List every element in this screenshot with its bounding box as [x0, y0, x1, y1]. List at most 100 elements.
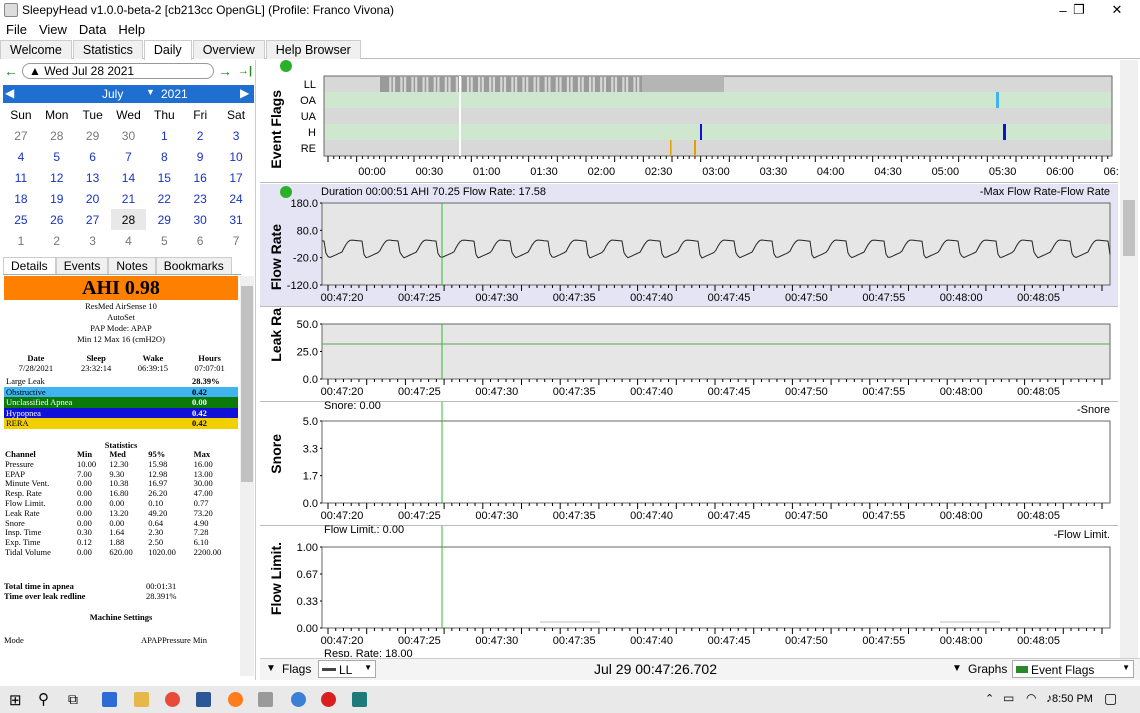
calendar-day[interactable]: 14	[111, 167, 147, 188]
graphs-button[interactable]: Graphs	[968, 662, 1007, 676]
triangle-down-icon[interactable]: ▼	[952, 663, 962, 674]
next-day-button[interactable]: →	[218, 63, 232, 79]
close-button[interactable]: ✕	[1094, 0, 1140, 20]
calendar-day[interactable]: 3	[75, 230, 111, 251]
calendar-day[interactable]: 29	[146, 209, 182, 230]
calendar-day[interactable]: 7	[218, 230, 254, 251]
calendar-day[interactable]: 27	[3, 125, 39, 146]
word-icon[interactable]	[196, 692, 211, 707]
app-icon-blue[interactable]	[291, 692, 306, 707]
calendar-day[interactable]: 21	[111, 188, 147, 209]
calendar-day[interactable]: 25	[3, 209, 39, 230]
windows-start-icon[interactable]: ⊞	[9, 691, 22, 709]
calendar-day[interactable]: 10	[218, 146, 254, 167]
time-tick-label: 00:47:35	[553, 635, 596, 647]
calendar-day[interactable]: 11	[3, 167, 39, 188]
calendar-day[interactable]: 20	[75, 188, 111, 209]
tab-daily[interactable]: Daily	[143, 40, 192, 60]
sleepyhead-icon[interactable]	[258, 692, 273, 707]
graphs-select[interactable]: Event Flags ▼	[1012, 660, 1134, 678]
search-icon[interactable]: ⚲	[38, 690, 49, 708]
calendar-month[interactable]: July	[102, 87, 123, 101]
calendar-day[interactable]: 9	[182, 146, 218, 167]
calendar-day[interactable]: 2	[182, 125, 218, 146]
calendar-day[interactable]: 5	[39, 146, 75, 167]
session-table: Date Sleep Wake Hours 7/28/2021 23:32:14 06:3…	[4, 353, 238, 373]
tab-overview[interactable]: Overview	[192, 40, 265, 59]
notification-icon[interactable]: ▢	[1104, 690, 1117, 707]
tab-welcome[interactable]: Welcome	[0, 40, 72, 59]
calendar-day[interactable]: 23	[182, 188, 218, 209]
calendar-day[interactable]: 1	[146, 125, 182, 146]
calendar-day[interactable]: 28	[110, 209, 147, 230]
calendar-day[interactable]: 29	[75, 125, 111, 146]
prev-month-icon[interactable]: ◀	[5, 86, 14, 100]
calendar-day[interactable]: 1	[3, 230, 39, 251]
flags-select[interactable]: LL ▼	[318, 660, 376, 678]
calendar-day[interactable]: 26	[39, 209, 75, 230]
calendar-day[interactable]: 17	[218, 167, 254, 188]
task-view-icon[interactable]: ⧉	[68, 691, 78, 708]
calendar-day[interactable]: 19	[39, 188, 75, 209]
triangle-down-icon[interactable]: ▼	[266, 663, 276, 674]
event-row: Unclassified Apnea 0.00	[4, 397, 238, 408]
last-day-button[interactable]: →|	[238, 65, 252, 77]
calendar-day[interactable]: 15	[146, 167, 182, 188]
calendar-day[interactable]: 5	[146, 230, 182, 251]
tab-statistics[interactable]: Statistics	[72, 40, 143, 59]
tab-details[interactable]: Details	[3, 257, 56, 274]
chrome-icon[interactable]	[165, 692, 180, 707]
calendar-grid: Sun Mon Tue Wed Thu Fri Sat 27 28 29 30 1 2 3 4 5 6 7 8 9 1…	[3, 104, 254, 251]
calendar-day[interactable]: 7	[111, 146, 147, 167]
calendar-day[interactable]: 16	[182, 167, 218, 188]
next-month-icon[interactable]: ▶	[240, 86, 249, 100]
calendar-year[interactable]: 2021	[161, 87, 188, 101]
calendar-day[interactable]: 2	[39, 230, 75, 251]
tab-events[interactable]: Events	[55, 257, 109, 274]
wifi-icon[interactable]: ◠	[1026, 691, 1036, 705]
leak-rate-panel: Leak Ra 50.0 25.0 0.0 00:47:20 00:47:25 00:47…	[260, 308, 1118, 402]
chevron-down-icon[interactable]: ▼	[146, 87, 155, 97]
calendar-day[interactable]: 13	[75, 167, 111, 188]
app-icon-teal[interactable]	[352, 692, 367, 707]
graphs-scrollbar[interactable]	[1120, 60, 1138, 658]
time-tick-label: 04:30	[874, 166, 902, 178]
edge-icon[interactable]	[102, 692, 117, 707]
network-icon[interactable]: ▭	[1003, 691, 1014, 705]
calendar-day[interactable]: 24	[218, 188, 254, 209]
calendar-day[interactable]: 6	[182, 230, 218, 251]
firefox-icon[interactable]	[228, 692, 243, 707]
flow-rate-chart: 180.0 80.0 -20.0 -120.000:47:20 00:47:25 00:4…	[287, 198, 1111, 304]
time-tick-label: 00:48:05	[1017, 510, 1060, 522]
calendar-day[interactable]: 3	[218, 125, 254, 146]
event-row: RERA 0.42	[4, 418, 238, 429]
session-hours: 07:07:01	[194, 363, 225, 373]
left-scrollbar[interactable]	[240, 276, 254, 676]
calendar-day[interactable]: 22	[146, 188, 182, 209]
tab-bookmarks[interactable]: Bookmarks	[155, 257, 232, 274]
calendar-day[interactable]: 8	[146, 146, 182, 167]
date-selector[interactable]: ▲ Wed Jul 28 2021	[22, 63, 214, 79]
calendar-day[interactable]: 28	[39, 125, 75, 146]
menu-file[interactable]: File	[0, 22, 33, 37]
menu-help[interactable]: Help	[112, 22, 151, 37]
menu-data[interactable]: Data	[73, 22, 112, 37]
prev-day-button[interactable]: ←	[4, 63, 18, 79]
calendar-day[interactable]: 30	[182, 209, 218, 230]
calendar-day[interactable]: 31	[218, 209, 254, 230]
calendar-day[interactable]: 27	[75, 209, 111, 230]
clock[interactable]: 8:50 PM	[1052, 693, 1093, 705]
calendar-day[interactable]: 6	[75, 146, 111, 167]
calendar-day[interactable]: 30	[111, 125, 147, 146]
file-explorer-icon[interactable]	[134, 692, 149, 707]
app-icon-red[interactable]	[321, 692, 336, 707]
calendar-day[interactable]: 12	[39, 167, 75, 188]
tab-notes[interactable]: Notes	[108, 257, 156, 274]
calendar-day[interactable]: 4	[111, 230, 147, 251]
tray-chevron-icon[interactable]: ⌃	[985, 692, 994, 705]
menu-view[interactable]: View	[33, 22, 73, 37]
flags-button[interactable]: Flags	[282, 662, 311, 676]
calendar-day[interactable]: 18	[3, 188, 39, 209]
calendar-day[interactable]: 4	[3, 146, 39, 167]
tab-help-browser[interactable]: Help Browser	[265, 40, 361, 59]
